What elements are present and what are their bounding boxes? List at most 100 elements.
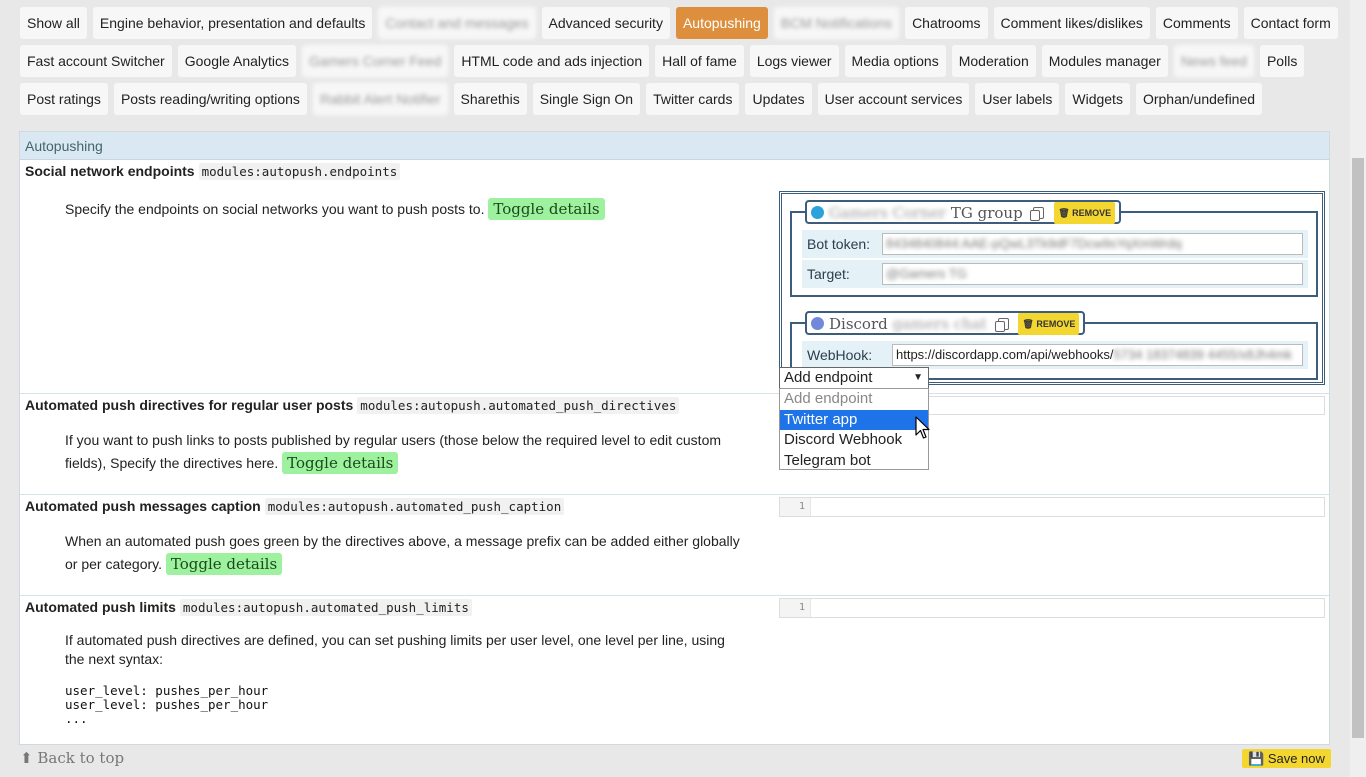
- tab-contact-form[interactable]: Contact form: [1243, 7, 1338, 39]
- vertical-scrollbar[interactable]: [1350, 0, 1366, 777]
- webhook-row: WebHook: https://discordapp.com/api/webh…: [802, 341, 1308, 369]
- toggle-details-button[interactable]: Toggle details: [488, 198, 605, 220]
- setting-key: modules:autopush.automated_push_caption: [264, 498, 565, 515]
- tab-row-1: Show all Engine behavior, presentation a…: [20, 7, 1340, 39]
- limits-editor[interactable]: 1: [779, 598, 1325, 618]
- category-tabs: Show all Engine behavior, presentation a…: [20, 7, 1340, 121]
- webhook-input[interactable]: https://discordapp.com/api/webhooks/5734…: [892, 344, 1303, 366]
- scrollbar-thumb[interactable]: [1352, 158, 1364, 738]
- tab-row-3: Post ratings Posts reading/writing optio…: [20, 83, 1340, 115]
- bot-token-label: Bot token:: [807, 236, 871, 252]
- section-title-text: Automated push limits: [25, 599, 176, 615]
- section-title: Automated push directives for regular us…: [25, 397, 680, 414]
- save-now-button[interactable]: 💾 Save now: [1242, 749, 1331, 768]
- tab-google-analytics[interactable]: Google Analytics: [177, 45, 297, 77]
- section-title-text: Social network endpoints: [25, 163, 195, 179]
- tab-updates[interactable]: Updates: [745, 83, 812, 115]
- tab-post-ratings[interactable]: Post ratings: [20, 83, 108, 115]
- section-description: When an automated push goes green by the…: [65, 530, 745, 576]
- save-icon: 💾: [1248, 751, 1265, 766]
- section-title-text: Automated push directives for regular us…: [25, 397, 354, 413]
- setting-key: modules:autopush.automated_push_directiv…: [357, 397, 680, 414]
- toggle-details-button[interactable]: Toggle details: [282, 452, 399, 474]
- tab-modules-manager[interactable]: Modules manager: [1041, 45, 1168, 77]
- tab-redacted-1[interactable]: Contact and messages: [378, 7, 536, 39]
- endpoints-panel: Gamers Corner TG group 🗑 REMOVE Bot toke…: [779, 191, 1325, 385]
- target-input[interactable]: @Gamers TG: [882, 263, 1303, 285]
- tab-media-options[interactable]: Media options: [844, 45, 946, 77]
- syntax-example: user_level: pushes_per_hour user_level: …: [65, 683, 269, 726]
- webhook-url-hidden: 5734 18374839 4455: [1113, 347, 1237, 362]
- line-number: 1: [780, 498, 811, 516]
- tab-redacted-5[interactable]: Rabbit Alert Notifier: [312, 83, 448, 115]
- tab-twitter-cards[interactable]: Twitter cards: [646, 83, 740, 115]
- settings-page: Show all Engine behavior, presentation a…: [0, 0, 1350, 777]
- tab-user-labels[interactable]: User labels: [975, 83, 1060, 115]
- tab-redacted-3[interactable]: Gamers Corner Feed: [302, 45, 449, 77]
- tab-advanced-security[interactable]: Advanced security: [541, 7, 670, 39]
- section-title: Automated push messages caption modules:a…: [25, 498, 565, 515]
- section-title: Automated push limits modules:autopush.au…: [25, 599, 472, 616]
- caption-editor[interactable]: 1: [779, 497, 1325, 517]
- tab-moderation[interactable]: Moderation: [951, 45, 1036, 77]
- tab-logs-viewer[interactable]: Logs viewer: [749, 45, 839, 77]
- copy-icon[interactable]: [994, 318, 1009, 332]
- option-telegram-bot[interactable]: Telegram bot: [780, 451, 928, 472]
- target-row: Target: @Gamers TG: [802, 260, 1308, 288]
- section-description: If automated push directives are defined…: [65, 631, 745, 669]
- tab-html-code-ads[interactable]: HTML code and ads injection: [454, 45, 650, 77]
- tab-single-sign-on[interactable]: Single Sign On: [532, 83, 641, 115]
- description-text: If automated push directives are defined…: [65, 632, 725, 667]
- tab-hall-of-fame[interactable]: Hall of fame: [655, 45, 744, 77]
- toggle-details-button[interactable]: Toggle details: [165, 553, 283, 575]
- arrow-up-icon: ⬆: [20, 749, 33, 767]
- section-endpoints: Social network endpoints modules:autopush…: [20, 160, 1329, 393]
- endpoint-title-suffix: TG group: [950, 204, 1023, 222]
- tab-posts-reading-writing[interactable]: Posts reading/writing options: [113, 83, 307, 115]
- tab-redacted-2[interactable]: BCM Notifications: [773, 7, 900, 39]
- option-add-endpoint[interactable]: Add endpoint: [780, 389, 928, 410]
- add-endpoint-select[interactable]: Add endpoint ▼: [779, 367, 929, 389]
- option-discord-webhook[interactable]: Discord Webhook: [780, 430, 928, 451]
- webhook-url-suffix: /x8Jh4mk: [1236, 347, 1293, 362]
- remove-telegram-button[interactable]: 🗑 REMOVE: [1054, 202, 1116, 224]
- discord-endpoint-legend: Discord gamers chat 🗑 REMOVE: [805, 311, 1086, 335]
- webhook-label: WebHook:: [807, 347, 873, 363]
- endpoint-service: Discord: [829, 315, 888, 333]
- back-to-top-label: Back to top: [37, 749, 125, 767]
- discord-icon: [811, 317, 824, 330]
- tab-user-account-services[interactable]: User account services: [817, 83, 970, 115]
- section-directives: Automated push directives for regular us…: [20, 393, 1329, 494]
- section-title: Social network endpoints modules:autopush…: [25, 163, 401, 180]
- telegram-endpoint-legend: Gamers Corner TG group 🗑 REMOVE: [805, 200, 1122, 224]
- section-description: Specify the endpoints on social networks…: [65, 198, 745, 221]
- tab-comments[interactable]: Comments: [1155, 7, 1238, 39]
- copy-icon[interactable]: [1030, 207, 1045, 221]
- tab-show-all[interactable]: Show all: [20, 7, 87, 39]
- tab-polls[interactable]: Polls: [1259, 45, 1305, 77]
- save-now-label: Save now: [1267, 751, 1325, 766]
- setting-key: modules:autopush.automated_push_limits: [179, 599, 472, 616]
- tab-sharethis[interactable]: Sharethis: [453, 83, 527, 115]
- tab-autopushing[interactable]: Autopushing: [675, 7, 768, 39]
- option-twitter-app[interactable]: Twitter app: [780, 409, 928, 430]
- tab-engine-behavior[interactable]: Engine behavior, presentation and defaul…: [92, 7, 373, 39]
- tab-fast-account-switcher[interactable]: Fast account Switcher: [20, 45, 172, 77]
- description-text: Specify the endpoints on social networks…: [65, 201, 485, 217]
- tab-orphan-undefined[interactable]: Orphan/undefined: [1135, 83, 1263, 115]
- section-caption: Automated push messages caption modules:a…: [20, 494, 1329, 595]
- bot-token-input[interactable]: 8434840844:AAE-pQwL3Tk9dF7Dcw9sYqXmWrdq: [882, 233, 1303, 255]
- tab-widgets[interactable]: Widgets: [1065, 83, 1130, 115]
- settings-panel: Autopushing Social network endpoints modu…: [19, 131, 1330, 745]
- tab-comment-likes[interactable]: Comment likes/dislikes: [993, 7, 1150, 39]
- telegram-icon: [811, 206, 824, 219]
- remove-discord-button[interactable]: 🗑 REMOVE: [1018, 313, 1080, 335]
- line-number: 1: [780, 599, 811, 617]
- tab-chatrooms[interactable]: Chatrooms: [905, 7, 988, 39]
- bot-token-value: 8434840844:AAE-pQwL3Tk9dF7Dcw9sYqXmWrdq: [886, 236, 1182, 251]
- select-value: Add endpoint: [784, 369, 873, 386]
- bot-token-row: Bot token: 8434840844:AAE-pQwL3Tk9dF7Dcw…: [802, 230, 1308, 258]
- tab-redacted-4[interactable]: News feed: [1173, 45, 1254, 77]
- target-value: @Gamers TG: [886, 266, 967, 281]
- back-to-top-link[interactable]: ⬆ Back to top: [20, 749, 124, 767]
